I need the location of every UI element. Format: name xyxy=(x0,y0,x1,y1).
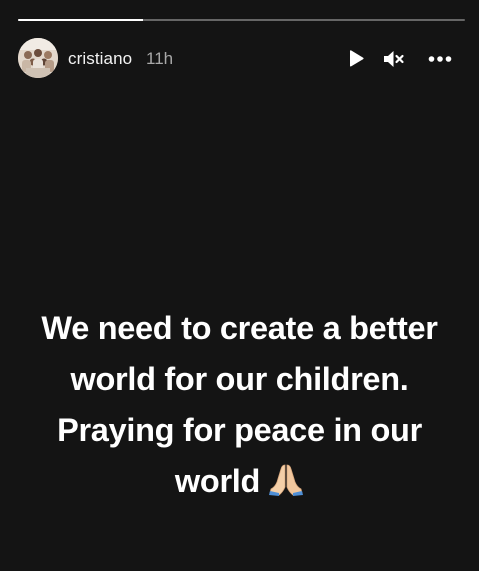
story-progress-bar xyxy=(18,19,465,21)
caption-line: We need to create a better xyxy=(41,310,438,346)
mute-button[interactable] xyxy=(382,47,406,71)
play-icon xyxy=(350,50,364,67)
profile-photo-avatar xyxy=(18,38,58,78)
story-header: cristiano 11h xyxy=(18,37,465,79)
speaker-muted-icon xyxy=(384,51,404,67)
caption-line-last: world xyxy=(0,456,479,507)
story-caption: We need to create a better world for our… xyxy=(0,303,479,507)
more-options-icon xyxy=(428,56,452,62)
caption-line: world xyxy=(174,463,261,499)
timestamp: 11h xyxy=(146,49,174,68)
username[interactable]: cristiano xyxy=(68,49,132,69)
caption-line: Praying for peace in our xyxy=(57,412,422,448)
caption-line: world for our children. xyxy=(70,361,409,397)
play-button[interactable] xyxy=(344,47,368,71)
story-progress-fill xyxy=(18,19,144,21)
avatar[interactable] xyxy=(18,38,58,78)
folded-hands-icon xyxy=(269,465,304,497)
more-options-button[interactable] xyxy=(428,47,452,71)
story-viewer[interactable]: cristiano 11h We need to create a better… xyxy=(0,0,479,571)
